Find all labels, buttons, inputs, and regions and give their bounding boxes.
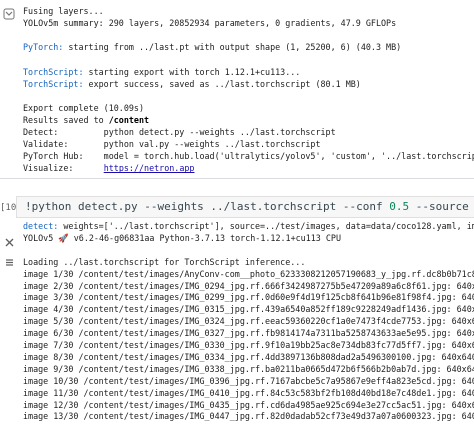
- output-line-text: YOLOv5 🚀 v6.2-46-g06831aa Python-3.7.13 …: [23, 232, 342, 243]
- output-line: image 13/30 /content/test/images/IMG_044…: [23, 411, 474, 421]
- output-line: TorchScript: starting export with torch …: [23, 67, 300, 77]
- output-line: image 3/30 /content/test/images/IMG_0299…: [23, 292, 474, 302]
- code-line[interactable]: !python detect.py --weights ../last.torc…: [25, 200, 469, 214]
- output-line: image 10/30 /content/test/images/IMG_039…: [23, 376, 474, 386]
- output-line-text: export success, saved as ../last.torchsc…: [83, 78, 361, 89]
- code-editor[interactable]: !python detect.py --weights ../last.torc…: [16, 196, 474, 218]
- output-line: YOLOv5m summary: 290 layers, 20852934 pa…: [23, 18, 396, 28]
- output-line-text: image 11/30 /content/test/images/IMG_041…: [23, 387, 474, 398]
- output-line: image 12/30 /content/test/images/IMG_043…: [23, 400, 474, 410]
- output-line-text: image 1/30 /content/test/images/AnyConv-…: [23, 268, 474, 279]
- detect-code-cell: [10] !python detect.py --weights ../last…: [0, 182, 474, 427]
- output-line: Export complete (10.09s): [23, 103, 144, 113]
- output-line-prefix: detect:: [23, 221, 59, 231]
- netron-link[interactable]: https://netron.app: [104, 163, 195, 173]
- output-line: Results saved to /content: [23, 115, 149, 125]
- output-line: image 7/30 /content/test/images/IMG_0330…: [23, 340, 474, 350]
- output-line-text: Visualize:: [23, 163, 104, 174]
- code-command: !python detect.py --weights ../last.torc…: [25, 200, 390, 213]
- output-line-text: image 8/30 /content/test/images/IMG_0334…: [23, 351, 474, 362]
- output-menu-icon[interactable]: [4, 253, 15, 266]
- export-output-text: Fusing layers... YOLOv5m summary: 290 lay…: [0, 0, 474, 178]
- output-line: Fusing layers...: [23, 6, 104, 16]
- output-line-text: image 10/30 /content/test/images/IMG_039…: [23, 375, 474, 386]
- output-line: image 1/30 /content/test/images/AnyConv-…: [23, 269, 474, 279]
- output-line: image 2/30 /content/test/images/IMG_0294…: [23, 281, 474, 291]
- output-line: TorchScript: export success, saved as ..…: [23, 79, 361, 89]
- output-line-text: Loading ../last.torchscript for TorchScr…: [23, 256, 306, 267]
- output-line: image 9/30 /content/test/images/IMG_0338…: [23, 364, 474, 374]
- clear-output-icon[interactable]: [4, 233, 15, 247]
- output-line-prefix: TorchScript:: [23, 66, 84, 77]
- output-line-text: Export complete (10.09s): [23, 102, 145, 113]
- output-line-text: starting from ../last.pt with output sha…: [63, 42, 402, 53]
- output-line-text: image 7/30 /content/test/images/IMG_0330…: [23, 340, 474, 350]
- output-side-toolbar: [2, 219, 18, 359]
- output-line-text: Fusing layers...: [23, 6, 104, 16]
- output-line: YOLOv5 🚀 v6.2-46-g06831aa Python-3.7.13 …: [23, 233, 341, 243]
- output-line-prefix: PyTorch:: [23, 42, 64, 53]
- output-line: PyTorch: starting from ../last.pt with o…: [23, 42, 401, 52]
- detect-output: detect: weights=['../last.torchscript'],…: [0, 219, 474, 427]
- output-line: image 4/30 /content/test/images/IMG_0315…: [23, 304, 474, 314]
- code-source-arg: --source: [409, 200, 469, 213]
- output-line: image 6/30 /content/test/images/IMG_0327…: [23, 328, 474, 338]
- output-line: image 8/30 /content/test/images/IMG_0334…: [23, 352, 474, 362]
- output-line: PyTorch Hub: model = torch.hub.load('ult…: [23, 151, 474, 161]
- output-line-text: Results saved to: [23, 114, 109, 125]
- output-line-text: image 4/30 /content/test/images/IMG_0315…: [23, 304, 474, 315]
- results-path: /content: [108, 114, 150, 125]
- output-line: detect: weights=['../last.torchscript'],…: [23, 221, 474, 231]
- cell-divider: [0, 178, 474, 179]
- output-line-text: image 6/30 /content/test/images/IMG_0327…: [23, 328, 474, 339]
- output-line-text: PyTorch Hub: model = torch.hub.load('ult…: [23, 151, 474, 162]
- output-line-text: YOLOv5m summary: 290 layers, 20852934 pa…: [23, 18, 397, 29]
- output-line-text: image 5/30 /content/test/images/IMG_0324…: [23, 316, 474, 327]
- output-line-text: image 3/30 /content/test/images/IMG_0299…: [23, 292, 474, 303]
- output-line: image 5/30 /content/test/images/IMG_0324…: [23, 316, 474, 326]
- output-line-text: weights=['../last.torchscript'], source=…: [63, 221, 474, 231]
- output-line-text: Detect: python detect.py --weights ../la…: [23, 127, 336, 137]
- output-line: Loading ../last.torchscript for TorchScr…: [23, 257, 305, 267]
- output-line-prefix: TorchScript:: [23, 78, 84, 89]
- output-line-text: image 2/30 /content/test/images/IMG_0294…: [23, 280, 474, 291]
- output-line-text: Validate: python val.py --weights ../las…: [23, 139, 321, 150]
- output-line: Detect: python detect.py --weights ../la…: [23, 127, 336, 137]
- export-output-cell: Fusing layers... YOLOv5m summary: 290 lay…: [0, 0, 474, 178]
- code-conf-value: 0.5: [389, 200, 410, 213]
- output-line: image 11/30 /content/test/images/IMG_041…: [23, 388, 474, 398]
- output-line: Visualize: https://netron.app: [23, 163, 194, 173]
- output-line-text: image 9/30 /content/test/images/IMG_0338…: [23, 363, 474, 374]
- output-line-text: image 13/30 /content/test/images/IMG_044…: [23, 411, 474, 422]
- output-line-text: image 12/30 /content/test/images/IMG_043…: [23, 399, 474, 410]
- output-line: Validate: python val.py --weights ../las…: [23, 139, 321, 149]
- output-line-text: starting export with torch 1.12.1+cu113.…: [83, 66, 301, 77]
